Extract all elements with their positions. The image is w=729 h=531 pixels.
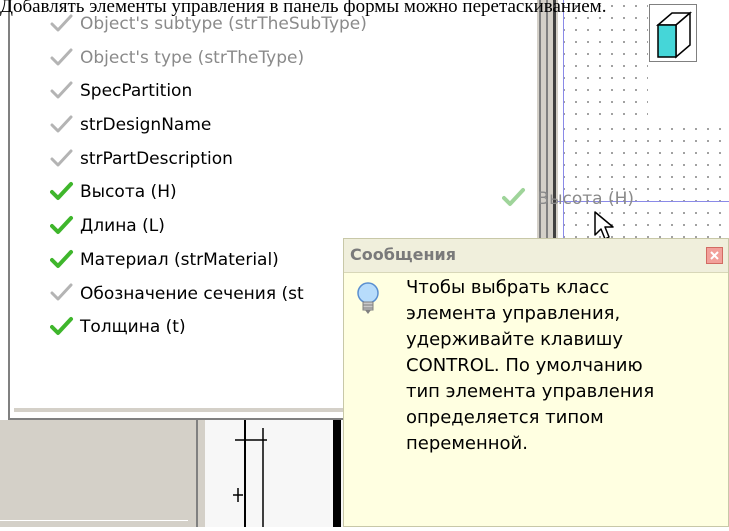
drag-ghost: Высота (H) [502,184,634,214]
messages-text: Чтобы выбрать класс элемента управления, у… [406,275,716,457]
messages-window: Сообщения Чтобы выбрать класс элемента уп… [343,238,729,527]
checkmark-icon [50,81,73,99]
checkmark-icon [50,115,73,133]
arrow-cursor-icon [594,211,614,240]
close-icon[interactable] [706,247,723,264]
message-line: CONTROL. По умолчанию [406,355,643,376]
checkmark-icon [50,48,73,66]
messages-titlebar: Сообщения [344,239,728,273]
checkmark-icon [50,215,73,234]
message-line: элемента управления, [406,303,621,324]
list-item-label: Object's type (strTheType) [80,47,305,68]
list-item[interactable]: strDesignName [50,109,550,143]
list-item-label: Высота (H) [80,182,177,203]
form-canvas[interactable] [558,123,729,243]
list-item-label: SpecPartition [80,81,193,102]
message-line: определяется типом [406,407,604,428]
list-item-label: Длина (L) [80,216,165,237]
list-item-label: Толщина (t) [80,317,186,338]
checkmark-icon [50,249,73,268]
checkmark-icon [50,149,73,167]
dock-background [0,420,200,527]
dock-divider [0,520,190,521]
lightbulb-icon [357,282,379,314]
checkmark-icon [50,182,73,201]
message-line: Чтобы выбрать класс [406,277,610,298]
checkmark-icon [502,188,525,206]
message-line: тип элемента управления [406,381,655,402]
checkmark-icon [50,283,73,301]
list-item-label: Материал (strMaterial) [80,249,279,270]
list-item[interactable]: strPartDescription [50,143,550,177]
list-item[interactable]: Высота (H) [42,176,550,210]
drag-ghost-label: Высота (H) [537,189,635,209]
list-item[interactable]: SpecPartition [50,75,550,109]
checkmark-icon [50,317,73,336]
list-item-label: strDesignName [80,115,212,136]
messages-title: Сообщения [350,245,456,264]
message-line: удерживайте клавишу [406,329,623,350]
message-line: переменной. [406,433,528,454]
list-item-label: Обозначение сечения (st [80,283,304,304]
technical-drawing [205,420,343,527]
drawing-border [196,420,198,527]
list-item[interactable]: Object's type (strTheType) [50,42,550,76]
page-caption: Добавлять элементы управления в панель ф… [0,0,607,17]
list-item-label: strPartDescription [80,148,233,169]
